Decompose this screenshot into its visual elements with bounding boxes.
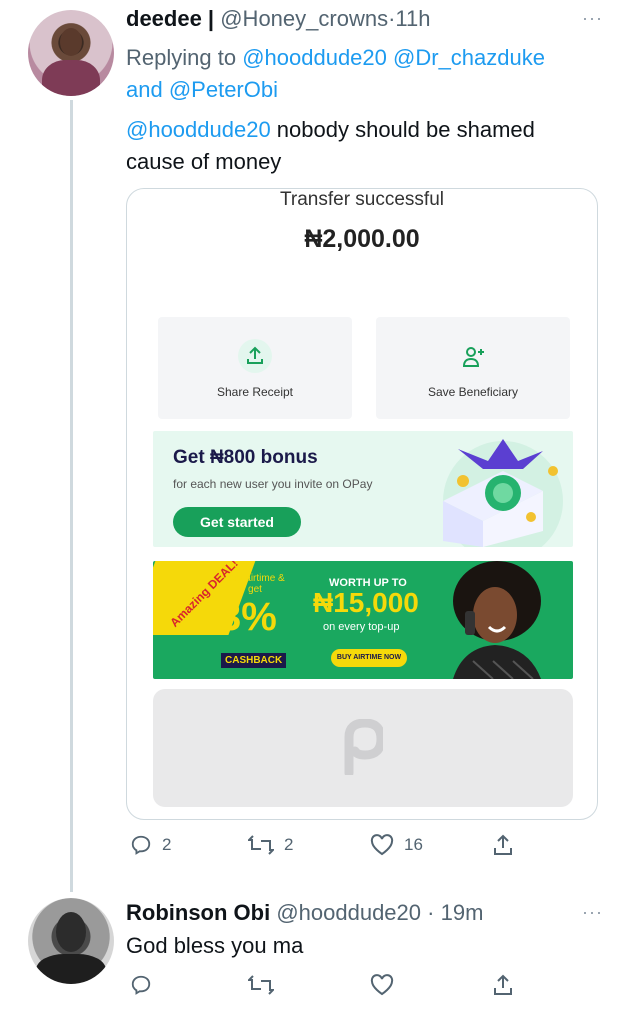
reply-icon — [131, 975, 151, 995]
transfer-amount: ₦2,000.00 — [304, 225, 420, 253]
tweet-text: @hooddude20 nobody should be shamed caus… — [126, 114, 535, 178]
tweet-header: deedee | @Honey_crowns·11h — [126, 6, 430, 32]
retweet-icon — [248, 975, 274, 995]
user-handle[interactable]: @Honey_crowns — [220, 6, 388, 31]
tweet-text-line1: nobody should be shamed — [270, 117, 535, 142]
buy-airtime-button: BUY AIRTIME NOW — [331, 649, 407, 667]
reply-button[interactable] — [130, 974, 152, 996]
reply-icon — [131, 835, 151, 855]
add-user-icon — [456, 339, 490, 373]
replying-and: and — [126, 77, 163, 102]
like-button[interactable] — [370, 974, 394, 996]
user-handle[interactable]: @hooddude20 — [276, 900, 421, 925]
more-options-icon[interactable]: ··· — [582, 902, 603, 923]
bonus-subtitle: for each new user you invite on OPay — [173, 477, 373, 491]
tweet-media-image[interactable]: Transfer successful ₦2,000.00 Share Rece… — [126, 188, 598, 820]
display-name[interactable]: Robinson Obi — [126, 900, 270, 925]
save-beneficiary-card: Save Beneficiary — [376, 317, 570, 419]
thread-line — [70, 100, 73, 892]
reply-button[interactable]: 2 — [130, 834, 171, 856]
replying-to: Replying to @hooddude20 @Dr_chazduke and… — [126, 42, 606, 106]
opay-logo-icon — [344, 719, 383, 775]
retweet-button[interactable] — [248, 974, 274, 996]
airtime-promo-banner: Amazing DEAL! Buy airtime & get 3% CASHB… — [153, 561, 573, 679]
transfer-status: Transfer successful — [279, 189, 444, 210]
reply-actions — [126, 974, 526, 1004]
mention-link[interactable]: @hooddude20 — [126, 117, 271, 142]
share-icon — [494, 974, 512, 995]
timestamp[interactable]: 11h — [395, 6, 430, 31]
share-icon — [494, 834, 512, 855]
retweet-button[interactable]: 2 — [248, 834, 293, 856]
reply-count: 2 — [162, 835, 172, 854]
save-beneficiary-label: Save Beneficiary — [427, 385, 519, 399]
timestamp[interactable]: 19m — [441, 900, 484, 925]
bonus-banner: Get ₦800 bonus for each new user you inv… — [153, 431, 573, 547]
retweet-icon — [248, 835, 274, 855]
retweet-count: 2 — [284, 835, 294, 854]
reply-text: God bless you ma — [126, 933, 304, 958]
separator: · — [427, 900, 435, 925]
share-button[interactable] — [492, 834, 514, 856]
bonus-title: Get ₦800 bonus — [173, 447, 318, 468]
tweet-actions: 2 2 16 — [126, 834, 526, 864]
smiling-woman-image — [453, 561, 541, 679]
like-button[interactable]: 16 — [370, 834, 423, 856]
promo-cashback: CASHBACK — [221, 653, 287, 668]
avatar[interactable] — [28, 10, 114, 96]
like-count: 16 — [404, 835, 423, 854]
gift-box-icon — [443, 439, 563, 547]
avatar[interactable] — [28, 898, 114, 984]
upload-icon — [238, 339, 272, 373]
heart-icon — [370, 834, 394, 856]
mention-link[interactable]: @hooddude20 — [242, 45, 387, 70]
promo-amount: ₦15,000 — [313, 587, 419, 618]
share-receipt-card: Share Receipt — [158, 317, 352, 419]
more-options-icon[interactable]: ··· — [582, 8, 603, 29]
replying-prefix: Replying to — [126, 45, 237, 70]
promo-buy-text: Buy airtime & get — [225, 573, 285, 595]
get-started-button: Get started — [173, 507, 301, 537]
mention-link[interactable]: @PeterObi — [169, 77, 278, 102]
mention-link[interactable]: @Dr_chazduke — [393, 45, 545, 70]
promo-percent: 3% — [219, 595, 277, 639]
tweet-text-line2: cause of money — [126, 149, 282, 174]
loading-placeholder — [153, 689, 573, 807]
share-button[interactable] — [492, 974, 514, 996]
heart-icon — [370, 974, 394, 996]
promo-every: on every top-up — [323, 621, 400, 633]
reply-header: Robinson Obi @hooddude20 · 19m — [126, 900, 483, 926]
display-name[interactable]: deedee | — [126, 6, 214, 31]
share-receipt-label: Share Receipt — [216, 385, 294, 399]
